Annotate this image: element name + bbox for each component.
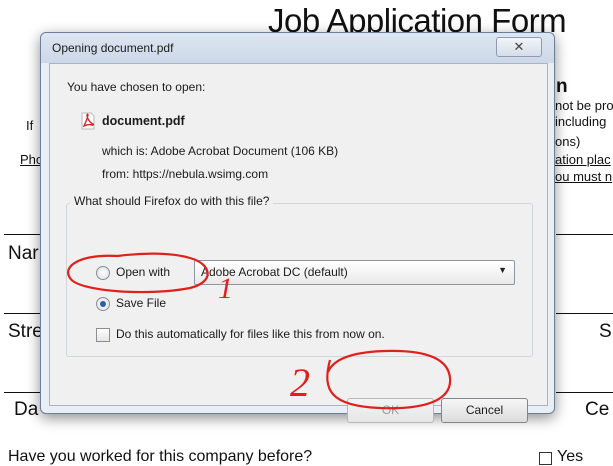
- open-with-app-select[interactable]: Adobe Acrobat DC (default) ▼: [194, 260, 515, 285]
- doc-rule: [4, 313, 40, 314]
- doc-rule: [556, 313, 613, 314]
- doc-yes-label: Yes: [557, 448, 584, 465]
- dialog-title: Opening document.pdf: [52, 41, 174, 55]
- file-source-text: from: https://nebula.wsimg.com: [102, 167, 269, 181]
- open-with-app-value: Adobe Acrobat DC (default): [201, 265, 348, 279]
- auto-action-checkbox[interactable]: [96, 328, 110, 342]
- cancel-button[interactable]: Cancel: [441, 398, 528, 423]
- dialog-body: You have chosen to open: document.pdf wh…: [49, 63, 548, 423]
- doc-field-label: S: [599, 321, 612, 342]
- doc-rule: [556, 392, 613, 393]
- doc-fragment: including: [555, 114, 607, 129]
- doc-fragment: ation plac: [555, 152, 611, 167]
- doc-fragment: ons): [555, 134, 581, 149]
- open-file-dialog: Opening document.pdf ✕ You have chosen t…: [40, 32, 555, 423]
- save-file-radio[interactable]: [96, 297, 110, 311]
- doc-field-label: Stre: [8, 321, 43, 342]
- doc-field-label: Da: [14, 399, 39, 420]
- intro-text: You have chosen to open:: [67, 80, 206, 94]
- doc-rule: [556, 234, 613, 235]
- open-with-radio[interactable]: [96, 266, 110, 280]
- chevron-down-icon: ▼: [498, 265, 507, 275]
- doc-field-label: Ce: [585, 399, 610, 420]
- close-button[interactable]: ✕: [496, 37, 542, 57]
- file-name: document.pdf: [102, 114, 185, 128]
- dialog-titlebar[interactable]: Opening document.pdf ✕: [41, 33, 554, 63]
- doc-fragment-heading: n: [556, 76, 568, 97]
- open-with-label[interactable]: Open with: [116, 265, 170, 279]
- save-file-label[interactable]: Save File: [116, 296, 166, 310]
- doc-rule: [4, 234, 40, 235]
- close-icon: ✕: [513, 39, 525, 54]
- doc-rule: [4, 392, 40, 393]
- auto-action-label[interactable]: Do this automatically for files like thi…: [116, 327, 385, 341]
- file-type-text: which is: Adobe Acrobat Document (106 KB…: [102, 144, 339, 158]
- doc-fragment: If: [26, 118, 34, 133]
- doc-yes-checkbox[interactable]: [539, 452, 552, 465]
- doc-fragment: not be pro: [555, 98, 613, 113]
- doc-question: Have you worked for this company before?: [8, 448, 313, 465]
- ok-button[interactable]: OK: [347, 398, 434, 423]
- doc-fragment: ou must n: [555, 169, 613, 184]
- action-question: What should Firefox do with this file?: [70, 194, 274, 208]
- doc-field-label: Nar: [8, 243, 39, 264]
- pdf-file-icon: [81, 112, 95, 130]
